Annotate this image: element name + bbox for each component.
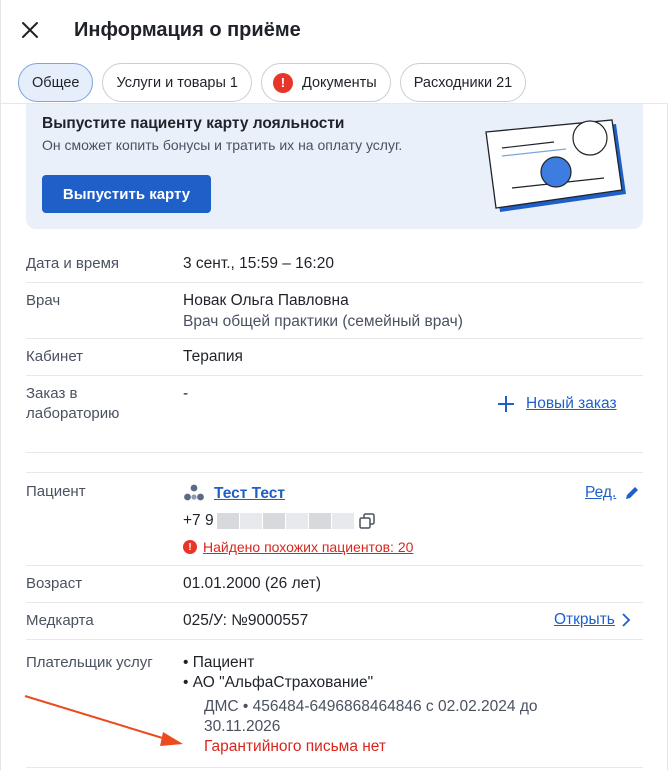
- appointment-panel: Информация о приёме Общее Услуги и товар…: [0, 0, 668, 770]
- tab-label: Услуги и товары 1: [116, 74, 238, 91]
- tab-label: Документы: [301, 74, 377, 91]
- annotation-arrow: [24, 695, 183, 746]
- tab-general[interactable]: Общее: [18, 63, 94, 102]
- page-title: Информация о приёме: [74, 19, 301, 41]
- warning-icon: !: [272, 72, 293, 93]
- tab-label: Общее: [32, 74, 80, 91]
- tab-services[interactable]: Услуги и товары 1: [102, 63, 252, 102]
- close-icon: [22, 22, 38, 38]
- tab-bar: Общее Услуги и товары 1 ! Документы Расх…: [18, 63, 527, 102]
- close-button[interactable]: [18, 18, 42, 42]
- tab-label: Расходники 21: [413, 74, 513, 91]
- tab-documents[interactable]: ! Документы: [260, 63, 391, 102]
- panel-header: Информация о приёме Общее Услуги и товар…: [1, 0, 668, 104]
- tab-consumables[interactable]: Расходники 21: [399, 63, 527, 102]
